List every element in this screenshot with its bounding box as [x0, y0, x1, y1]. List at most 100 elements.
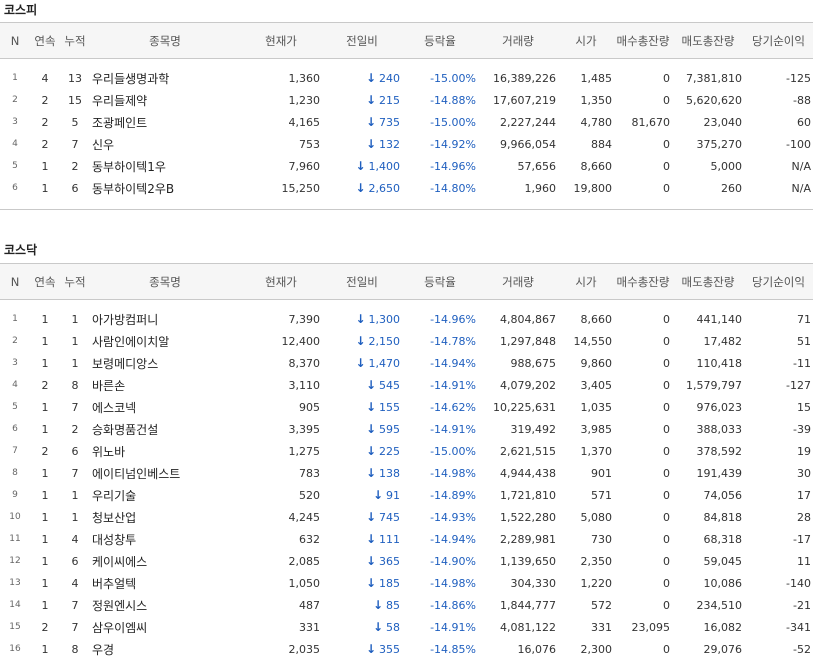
kosdaq-header-col-open[interactable]: 시가: [558, 263, 614, 300]
ask-total: 29,076: [703, 642, 743, 656]
open-price: 901: [591, 466, 612, 480]
net-income: 11: [797, 554, 811, 568]
kospi-header-col-n[interactable]: N: [0, 22, 30, 59]
kosdaq-header-col-streak[interactable]: 연속: [30, 263, 60, 300]
kospi-header-col-streak[interactable]: 연속: [30, 22, 60, 59]
stock-name-link[interactable]: 우리들제약: [90, 89, 240, 111]
kospi-title: 코스피: [4, 3, 38, 17]
volume: 4,804,867: [500, 312, 556, 326]
row-number: 2: [12, 95, 18, 105]
kosdaq-header-col-volume[interactable]: 거래량: [478, 263, 558, 300]
current-price: 753: [299, 137, 320, 151]
stock-name-link[interactable]: 삼우이엠씨: [90, 616, 240, 638]
kospi-header-col-open[interactable]: 시가: [558, 22, 614, 59]
row-number: 14: [9, 600, 21, 610]
open-price: 331: [591, 620, 612, 634]
stock-name-link[interactable]: 에스코넥: [90, 396, 240, 418]
change-rate: -14.93%: [430, 510, 476, 524]
volume: 304,330: [510, 576, 557, 590]
volume: 1,960: [524, 181, 557, 195]
kosdaq-header-col-name[interactable]: 종목명: [90, 263, 240, 300]
kospi-header-col-change[interactable]: 전일비: [322, 22, 402, 59]
cumulative-count: 8: [71, 378, 79, 392]
stock-name-link[interactable]: 승화명품건설: [90, 418, 240, 440]
ask-total: 59,045: [703, 554, 743, 568]
kosdaq-header-col-net[interactable]: 당기순이익: [744, 263, 813, 300]
change-rate: -14.85%: [430, 642, 476, 656]
stock-name-link[interactable]: 위노바: [90, 440, 240, 462]
open-price: 3,405: [580, 378, 613, 392]
stock-name-link[interactable]: 동부하이텍2우B: [90, 177, 240, 199]
kosdaq-header-col-cum[interactable]: 누적: [60, 263, 90, 300]
cumulative-count: 6: [71, 444, 79, 458]
kospi-header-col-cum[interactable]: 누적: [60, 22, 90, 59]
table-row: 2 2 15 우리들제약 1,230 ↓ 215 -14.88% 17,607,219 1,350…: [0, 89, 813, 111]
kospi-header-col-net[interactable]: 당기순이익: [744, 22, 813, 59]
row-number: 10: [9, 512, 21, 522]
streak-days: 1: [41, 532, 49, 546]
current-price: 3,110: [288, 378, 321, 392]
ask-total: 191,439: [696, 466, 743, 480]
row-number: 3: [12, 358, 18, 368]
stock-name-link[interactable]: 아가방컴퍼니: [90, 308, 240, 330]
kospi-header-col-bid[interactable]: 매수총잔량: [614, 22, 672, 59]
row-number: 15: [9, 622, 21, 632]
kospi-header-col-volume[interactable]: 거래량: [478, 22, 558, 59]
change-value: 365: [379, 555, 400, 568]
kosdaq-header-col-rate[interactable]: 등락율: [402, 263, 478, 300]
streak-days: 1: [41, 400, 49, 414]
net-income: 19: [797, 444, 811, 458]
change-rate: -14.78%: [430, 334, 476, 348]
stock-name-link[interactable]: 버추얼텍: [90, 572, 240, 594]
change-cell: ↓ 155: [322, 396, 402, 418]
net-income: -39: [793, 422, 811, 436]
kosdaq-header-col-change[interactable]: 전일비: [322, 263, 402, 300]
cumulative-count: 7: [71, 620, 79, 634]
stock-name-link[interactable]: 대성창투: [90, 528, 240, 550]
kospi-header-col-rate[interactable]: 등락율: [402, 22, 478, 59]
change-cell: ↓ 91: [322, 484, 402, 506]
volume: 1,297,848: [500, 334, 556, 348]
stock-name-link[interactable]: 사람인에이치알: [90, 330, 240, 352]
volume: 319,492: [510, 422, 557, 436]
cumulative-count: 1: [71, 488, 79, 502]
change-rate: -14.91%: [430, 378, 476, 392]
stock-name-link[interactable]: 우리들생명과학: [90, 67, 240, 89]
change-value: 155: [379, 401, 400, 414]
down-arrow-icon: ↓: [355, 334, 366, 348]
open-price: 19,800: [573, 181, 613, 195]
current-price: 7,960: [288, 159, 321, 173]
down-arrow-icon: ↓: [365, 554, 376, 568]
stock-name-link[interactable]: 에이티넘인베스트: [90, 462, 240, 484]
kosdaq-header-col-ask[interactable]: 매도총잔량: [672, 263, 744, 300]
kosdaq-header-col-price[interactable]: 현재가: [240, 263, 322, 300]
stock-name-link[interactable]: 케이씨에스: [90, 550, 240, 572]
current-price: 8,370: [288, 356, 321, 370]
stock-name-link[interactable]: 청보산업: [90, 506, 240, 528]
volume: 1,522,280: [500, 510, 556, 524]
stock-name-link[interactable]: 바른손: [90, 374, 240, 396]
kospi-header-col-price[interactable]: 현재가: [240, 22, 322, 59]
kosdaq-header-col-n[interactable]: N: [0, 263, 30, 300]
open-price: 1,220: [580, 576, 613, 590]
stock-name-link[interactable]: 정원엔시스: [90, 594, 240, 616]
kospi-header-col-name[interactable]: 종목명: [90, 22, 240, 59]
stock-name-link[interactable]: 동부하이텍1우: [90, 155, 240, 177]
kospi-header-col-ask[interactable]: 매도총잔량: [672, 22, 744, 59]
change-rate: -14.86%: [430, 598, 476, 612]
stock-name-link[interactable]: 조광페인트: [90, 111, 240, 133]
ask-total: 17,482: [703, 334, 743, 348]
ask-total: 260: [721, 181, 742, 195]
stock-name-link[interactable]: 우리기술: [90, 484, 240, 506]
ask-total: 84,818: [703, 510, 743, 524]
cumulative-count: 1: [71, 334, 79, 348]
stock-name-link[interactable]: 우경: [90, 638, 240, 660]
stock-name-link[interactable]: 신우: [90, 133, 240, 155]
cumulative-count: 5: [71, 115, 79, 129]
stock-name-link[interactable]: 보령메디앙스: [90, 352, 240, 374]
change-rate: -14.96%: [430, 312, 476, 326]
kosdaq-header-col-bid[interactable]: 매수총잔량: [614, 263, 672, 300]
bid-total: 23,095: [631, 620, 671, 634]
open-price: 1,370: [580, 444, 613, 458]
open-price: 3,985: [580, 422, 613, 436]
